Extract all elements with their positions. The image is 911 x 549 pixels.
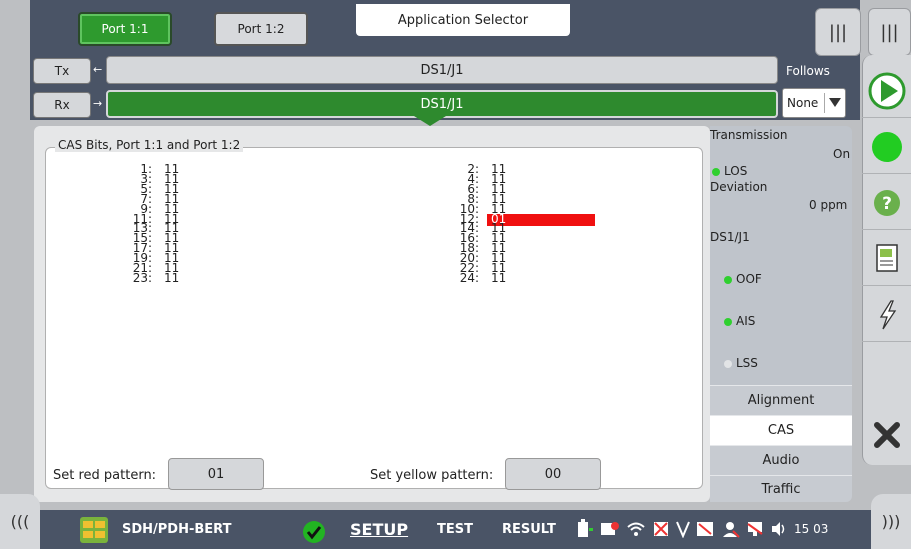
led-icon xyxy=(724,275,732,284)
speaker-icon xyxy=(772,522,785,536)
report-icon xyxy=(875,243,898,272)
triple-chevron-left-icon: ((( xyxy=(10,512,30,531)
led-icon xyxy=(724,317,732,326)
follows-select[interactable]: None xyxy=(782,88,846,118)
los-label: LOS xyxy=(724,164,748,178)
rx-arrow-icon: → xyxy=(93,97,103,110)
user-off-icon xyxy=(723,522,740,538)
cas-channel-value: 11 xyxy=(491,270,507,285)
bars-icon: ||| xyxy=(828,21,848,43)
rx-signal-bar[interactable]: DS1/J1 xyxy=(106,90,778,118)
section-label: DS1/J1 xyxy=(710,230,750,244)
application-selector-button[interactable]: Application Selector xyxy=(356,4,570,36)
deviation-label: Deviation xyxy=(710,180,768,194)
select-divider xyxy=(824,93,825,113)
tab-alignment[interactable]: Alignment xyxy=(710,385,852,415)
bluetooth-off-icon xyxy=(654,522,668,536)
network-off-icon xyxy=(747,522,763,536)
ais-label: AIS xyxy=(736,314,756,328)
tx-button[interactable]: Tx xyxy=(33,58,91,84)
play-icon xyxy=(868,72,905,109)
close-icon xyxy=(873,422,900,448)
oof-label: OOF xyxy=(736,272,762,286)
chart-off-icon xyxy=(697,522,713,536)
system-tray: 15 03 xyxy=(576,519,828,539)
tab-traffic[interactable]: Traffic xyxy=(710,475,852,502)
app-grid-icon xyxy=(80,517,108,543)
tab-audio[interactable]: Audio xyxy=(710,445,852,475)
test-tab[interactable]: TEST xyxy=(437,522,473,537)
cas-bits-title: CAS Bits, Port 1:1 and Port 1:2 xyxy=(55,138,244,152)
cas-channel-number: 24: xyxy=(459,270,479,285)
port-tab-1-1[interactable]: Port 1:1 xyxy=(78,12,172,46)
ais-indicator: AIS xyxy=(724,314,755,328)
lightning-icon xyxy=(879,299,896,329)
result-tab[interactable]: RESULT xyxy=(502,522,556,537)
status-led-button[interactable] xyxy=(862,120,911,174)
follows-value: None xyxy=(787,96,819,110)
help-icon: ? xyxy=(873,189,900,216)
los-indicator: LOS xyxy=(712,164,747,178)
follows-label: Follows xyxy=(786,64,830,78)
rx-button[interactable]: Rx xyxy=(33,92,91,118)
transmission-value: On xyxy=(833,147,851,161)
rx-pointer-icon xyxy=(414,116,446,126)
led-icon xyxy=(712,167,720,176)
set-yellow-pattern-label: Set yellow pattern: xyxy=(370,468,494,483)
close-button[interactable] xyxy=(862,408,911,462)
battery-icon xyxy=(578,519,593,537)
tx-signal-bar[interactable]: DS1/J1 xyxy=(106,56,778,84)
set-red-pattern-button[interactable]: 01 xyxy=(168,458,264,490)
check-icon xyxy=(303,521,325,543)
scroll-right-button[interactable]: ))) xyxy=(871,494,911,549)
set-yellow-pattern-button[interactable]: 00 xyxy=(505,458,601,490)
scroll-left-button[interactable]: ((( xyxy=(0,494,40,549)
status-dot-icon xyxy=(871,131,902,162)
port-tab-1-2[interactable]: Port 1:2 xyxy=(214,12,308,46)
app-name: SDH/PDH-BERT xyxy=(122,522,232,537)
setup-tab[interactable]: SETUP xyxy=(350,520,408,539)
cas-row: 24: 11 xyxy=(455,270,595,285)
tab-cas[interactable]: CAS xyxy=(710,415,852,445)
cas-channel-value: 11 xyxy=(164,270,180,285)
volt-icon xyxy=(676,521,690,538)
svg-text:?: ? xyxy=(882,194,892,214)
wifi-icon xyxy=(627,522,645,536)
cas-channel-number: 23: xyxy=(132,270,152,285)
help-button[interactable]: ? xyxy=(862,176,911,230)
tx-arrow-icon: ← xyxy=(93,63,103,76)
cas-row: 23: 11 xyxy=(128,270,268,285)
start-test-button[interactable] xyxy=(862,64,911,118)
lss-label: LSS xyxy=(736,356,758,370)
transmission-label: Transmission xyxy=(710,128,788,142)
menu-tab-left[interactable]: ||| xyxy=(815,8,861,56)
bars-icon: ||| xyxy=(880,21,899,43)
oof-indicator: OOF xyxy=(724,272,762,286)
lss-indicator: LSS xyxy=(724,356,758,370)
triple-chevron-right-icon: ))) xyxy=(881,512,901,531)
clock: 15 03 xyxy=(794,522,829,536)
deviation-value: 0 ppm xyxy=(809,198,848,212)
chevron-down-icon xyxy=(829,98,841,107)
set-red-pattern-label: Set red pattern: xyxy=(53,468,157,483)
event-button[interactable] xyxy=(862,288,911,342)
report-button[interactable] xyxy=(862,232,911,286)
led-icon xyxy=(724,359,732,368)
camera-icon xyxy=(601,522,619,535)
menu-tab-right[interactable]: ||| xyxy=(868,8,911,56)
